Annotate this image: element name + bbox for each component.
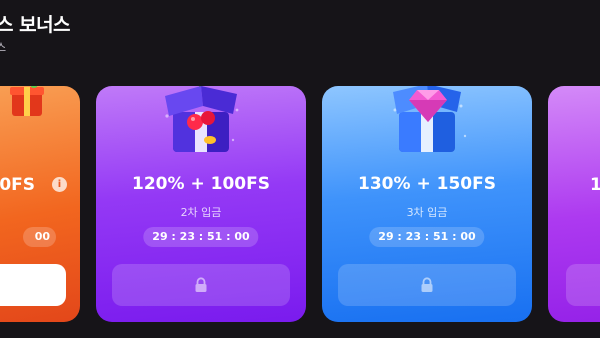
diamond-gift-icon <box>393 86 467 152</box>
locked-claim-button[interactable] <box>338 264 516 306</box>
claim-button[interactable] <box>0 264 66 306</box>
deposit-step-label: 3차 입금 <box>406 206 448 219</box>
bonus-card-3[interactable]: 130% + 150FS 3차 입금 29 : 23 : 51 : 00 <box>322 86 532 322</box>
page-subtitle: 스 <box>0 41 7 54</box>
bonus-card-4[interactable]: 1 <box>548 86 600 322</box>
countdown-timer: 29 : 23 : 51 : 00 <box>369 227 485 247</box>
countdown-timer: 29 : 23 : 51 : 00 <box>143 227 259 247</box>
bonus-offer: 120% + 100FS <box>132 174 270 194</box>
locked-claim-button[interactable] <box>566 264 600 306</box>
gift-icon <box>10 86 44 116</box>
countdown-timer: 00 <box>22 227 56 247</box>
bonus-card-1[interactable]: 0FS i 00 <box>0 86 80 322</box>
cherry-gift-icon <box>165 86 239 152</box>
lock-icon <box>195 277 207 292</box>
deposit-step-label: 2차 입금 <box>180 206 222 219</box>
page-title: 스 보너스 <box>0 14 71 36</box>
bonus-offer: 1 <box>590 175 600 195</box>
lock-icon <box>421 277 433 292</box>
locked-claim-button[interactable] <box>112 264 290 306</box>
bonus-card-2[interactable]: 120% + 100FS 2차 입금 29 : 23 : 51 : 00 <box>96 86 306 322</box>
bonus-offer: 0FS <box>0 175 35 195</box>
info-icon[interactable]: i <box>52 177 67 192</box>
bonus-offer: 130% + 150FS <box>358 174 496 194</box>
